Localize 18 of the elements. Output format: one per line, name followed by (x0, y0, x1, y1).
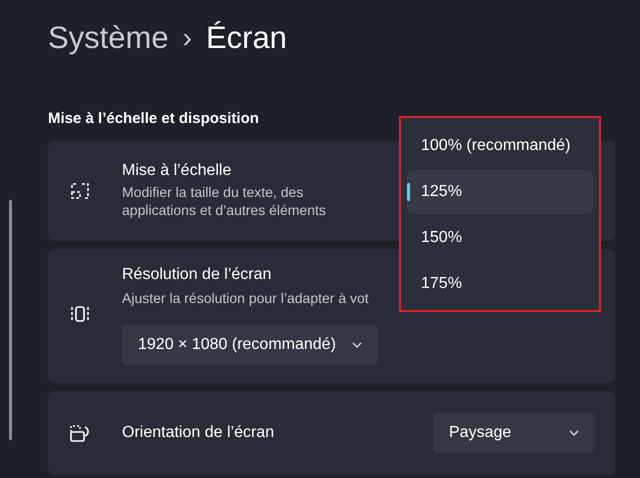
chevron-down-icon (352, 342, 362, 348)
selection-indicator (407, 183, 410, 201)
dropdown[interactable]: 1920 × 1080 (recommandé) (122, 325, 378, 366)
breadcrumb-link[interactable]: Système (48, 14, 169, 62)
setting-description: Ajuster la résolution pour l’adapter à vot (122, 289, 369, 308)
dropdown[interactable]: Paysage (433, 413, 595, 454)
setting-description: Modifier la taille du texte, des applications et d’autres éléments (122, 182, 327, 220)
setting-title: Orientation de l’écran (122, 424, 274, 442)
chevron-down-icon (569, 430, 579, 436)
menu-item[interactable]: 175% (407, 262, 593, 306)
menu-item[interactable]: 150% (407, 216, 593, 260)
breadcrumb-separator: › (182, 21, 192, 55)
setting-title: Résolution de l’écran (122, 266, 272, 284)
section-title: Mise à l’échelle et disposition (48, 109, 260, 129)
menu-item[interactable]: 100% (recommandé) (407, 124, 593, 168)
setting-title: Mise à l’échelle (122, 162, 232, 178)
page-title: Écran (206, 18, 287, 57)
menu-item[interactable]: 125% (407, 170, 593, 214)
